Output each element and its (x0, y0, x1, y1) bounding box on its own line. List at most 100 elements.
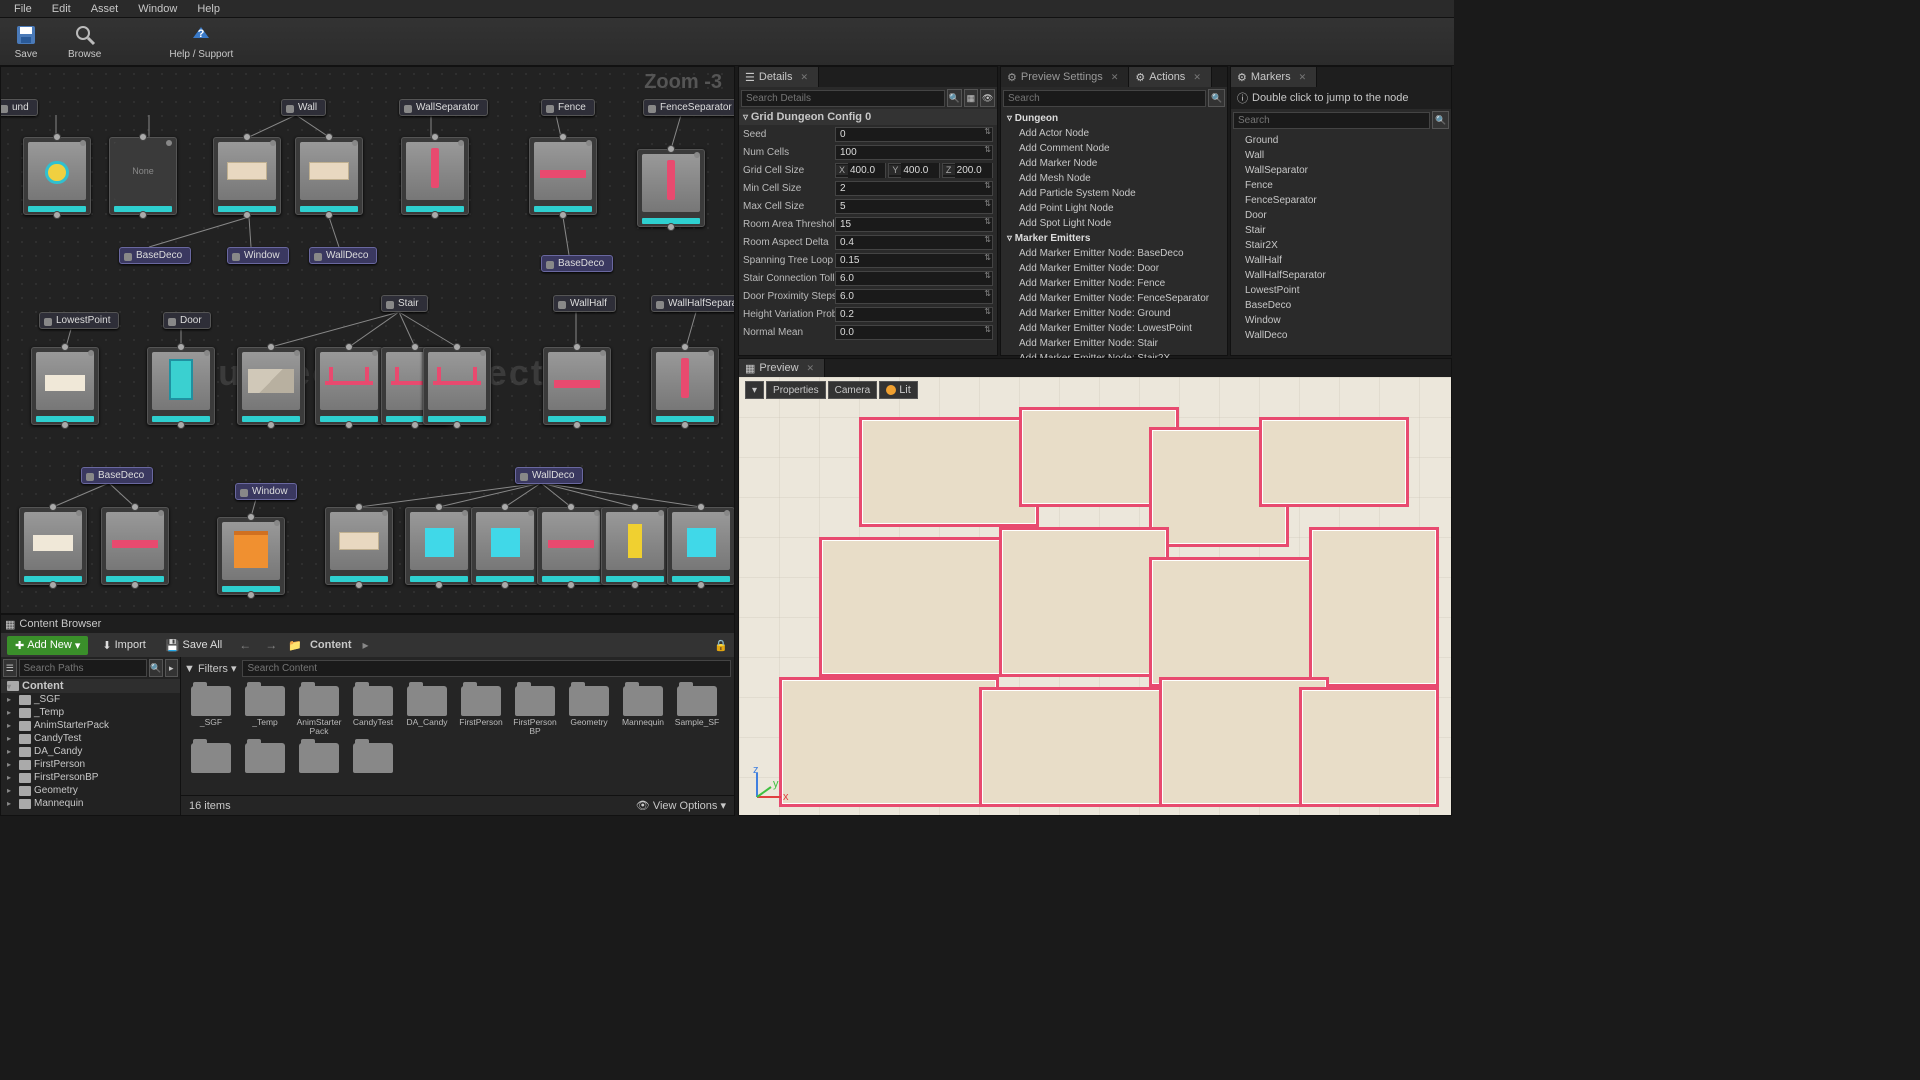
marker-item[interactable]: WallSeparator (1231, 163, 1451, 178)
tree-item[interactable]: FirstPersonBP (1, 771, 180, 784)
breadcrumb[interactable]: Content (310, 639, 352, 651)
property-input[interactable] (835, 217, 993, 232)
graph-thumb[interactable] (31, 347, 99, 425)
marker-item[interactable]: Fence (1231, 178, 1451, 193)
action-item[interactable]: Add Point Light Node (1001, 201, 1227, 216)
graph-thumb[interactable] (529, 137, 597, 215)
tree-item[interactable]: Geometry (1, 784, 180, 797)
filters-button[interactable]: ▼ Filters ▾ (184, 662, 236, 675)
folder-thumb[interactable]: AnimStarterPack (295, 686, 343, 737)
folder-thumb[interactable] (295, 743, 343, 775)
preview-viewport[interactable]: x z y (739, 377, 1451, 815)
property-input[interactable] (835, 199, 993, 214)
tree-item[interactable]: DA_Candy (1, 745, 180, 758)
graph-thumb[interactable] (19, 507, 87, 585)
node-label-window[interactable]: Window (235, 483, 297, 500)
folder-thumb[interactable]: FirstPerson (457, 686, 505, 737)
property-input[interactable] (835, 145, 993, 160)
node-label-und[interactable]: und (0, 99, 38, 116)
graph-thumb[interactable]: None (109, 137, 177, 215)
markers-search[interactable] (1233, 112, 1430, 129)
folder-thumb[interactable] (241, 743, 289, 775)
tree-toggle-button[interactable]: ☰ (3, 659, 17, 677)
marker-item[interactable]: FenceSeparator (1231, 193, 1451, 208)
marker-item[interactable]: LowestPoint (1231, 283, 1451, 298)
node-label-wallhalf[interactable]: WallHalf (553, 295, 616, 312)
folder-thumb[interactable]: Mannequin (619, 686, 667, 737)
help-button[interactable]: ? Help / Support (163, 21, 239, 62)
prop-x-input[interactable] (848, 163, 885, 178)
marker-item[interactable]: Stair2X (1231, 238, 1451, 253)
lock-icon[interactable]: 🔒 (714, 639, 728, 652)
tab-preview-settings[interactable]: ⚙Preview Settings✕ (1001, 67, 1129, 87)
graph-thumb[interactable] (405, 507, 473, 585)
tab-preview[interactable]: ▦Preview✕ (739, 359, 825, 377)
import-button[interactable]: ⬇ Import (96, 636, 151, 655)
graph-thumb[interactable] (601, 507, 669, 585)
action-item[interactable]: Add Marker Emitter Node: Ground (1001, 306, 1227, 321)
action-item[interactable]: Add Particle System Node (1001, 186, 1227, 201)
viewport-menu-button[interactable]: ▾ (745, 381, 764, 399)
action-item[interactable]: Add Marker Emitter Node: LowestPoint (1001, 321, 1227, 336)
property-input[interactable] (835, 289, 993, 304)
node-label-basedeco[interactable]: BaseDeco (119, 247, 191, 264)
tree-item[interactable]: AnimStarterPack (1, 719, 180, 732)
camera-button[interactable]: Camera (828, 381, 878, 399)
close-icon[interactable]: ✕ (801, 72, 809, 83)
marker-item[interactable]: WallDeco (1231, 328, 1451, 343)
actions-search[interactable] (1003, 90, 1206, 107)
action-item[interactable]: Add Marker Emitter Node: Door (1001, 261, 1227, 276)
folder-thumb[interactable]: _SGF (187, 686, 235, 737)
folder-thumb[interactable]: DA_Candy (403, 686, 451, 737)
action-item[interactable]: Add Marker Emitter Node: BaseDeco (1001, 246, 1227, 261)
menu-file[interactable]: File (4, 1, 42, 17)
property-input[interactable] (835, 127, 993, 142)
action-item[interactable]: Add Marker Emitter Node: Fence (1001, 276, 1227, 291)
search-icon[interactable]: 🔍 (1208, 89, 1225, 107)
folder-thumb[interactable]: CandyTest (349, 686, 397, 737)
graph-thumb[interactable] (101, 507, 169, 585)
node-label-wallhalfseparat[interactable]: WallHalfSeparat (651, 295, 735, 312)
property-input[interactable] (835, 325, 993, 340)
property-input[interactable] (835, 271, 993, 286)
marker-item[interactable]: WallHalf (1231, 253, 1451, 268)
view-options-button[interactable]: 👁 View Options ▾ (636, 799, 726, 812)
tab-markers[interactable]: ⚙Markers✕ (1231, 67, 1317, 87)
collapse-icon[interactable]: ▸ (165, 659, 179, 677)
node-label-walldeco[interactable]: WallDeco (515, 467, 583, 484)
tree-search[interactable] (19, 659, 148, 677)
property-input[interactable] (835, 181, 993, 196)
search-icon[interactable]: 🔍 (149, 659, 163, 677)
node-label-fenceseparator[interactable]: FenceSeparator (643, 99, 735, 116)
folder-thumb[interactable] (187, 743, 235, 775)
graph-thumb[interactable] (147, 347, 215, 425)
action-item[interactable]: Add Marker Emitter Node: Stair (1001, 336, 1227, 351)
node-label-stair[interactable]: Stair (381, 295, 428, 312)
add-new-button[interactable]: ✚ Add New ▾ (7, 636, 88, 655)
close-icon[interactable]: ✕ (1111, 72, 1119, 83)
close-icon[interactable]: ✕ (1193, 72, 1201, 83)
graph-thumb[interactable] (401, 137, 469, 215)
node-label-fence[interactable]: Fence (541, 99, 595, 116)
tree-root[interactable]: Content (1, 679, 180, 693)
eye-icon[interactable]: 👁 (980, 89, 995, 107)
matrix-icon[interactable]: ▦ (964, 89, 979, 107)
node-label-walldeco[interactable]: WallDeco (309, 247, 377, 264)
details-search[interactable] (741, 90, 945, 107)
nav-fwd-button[interactable]: → (262, 638, 280, 652)
search-icon[interactable]: 🔍 (947, 89, 962, 107)
marker-item[interactable]: Stair (1231, 223, 1451, 238)
lit-button[interactable]: Lit (879, 381, 918, 399)
action-item[interactable]: Add Mesh Node (1001, 171, 1227, 186)
folder-thumb[interactable]: FirstPersonBP (511, 686, 559, 737)
close-icon[interactable]: ✕ (1299, 72, 1307, 83)
node-label-lowestpoint[interactable]: LowestPoint (39, 312, 119, 329)
menu-asset[interactable]: Asset (81, 1, 129, 17)
tree-item[interactable]: _Temp (1, 706, 180, 719)
content-search[interactable] (242, 660, 731, 677)
node-graph[interactable]: Zoom -3 Dungeon Architect undWallWallSep… (0, 66, 735, 614)
properties-button[interactable]: Properties (766, 381, 826, 399)
graph-thumb[interactable] (543, 347, 611, 425)
action-item[interactable]: Add Comment Node (1001, 141, 1227, 156)
property-input[interactable] (835, 307, 993, 322)
